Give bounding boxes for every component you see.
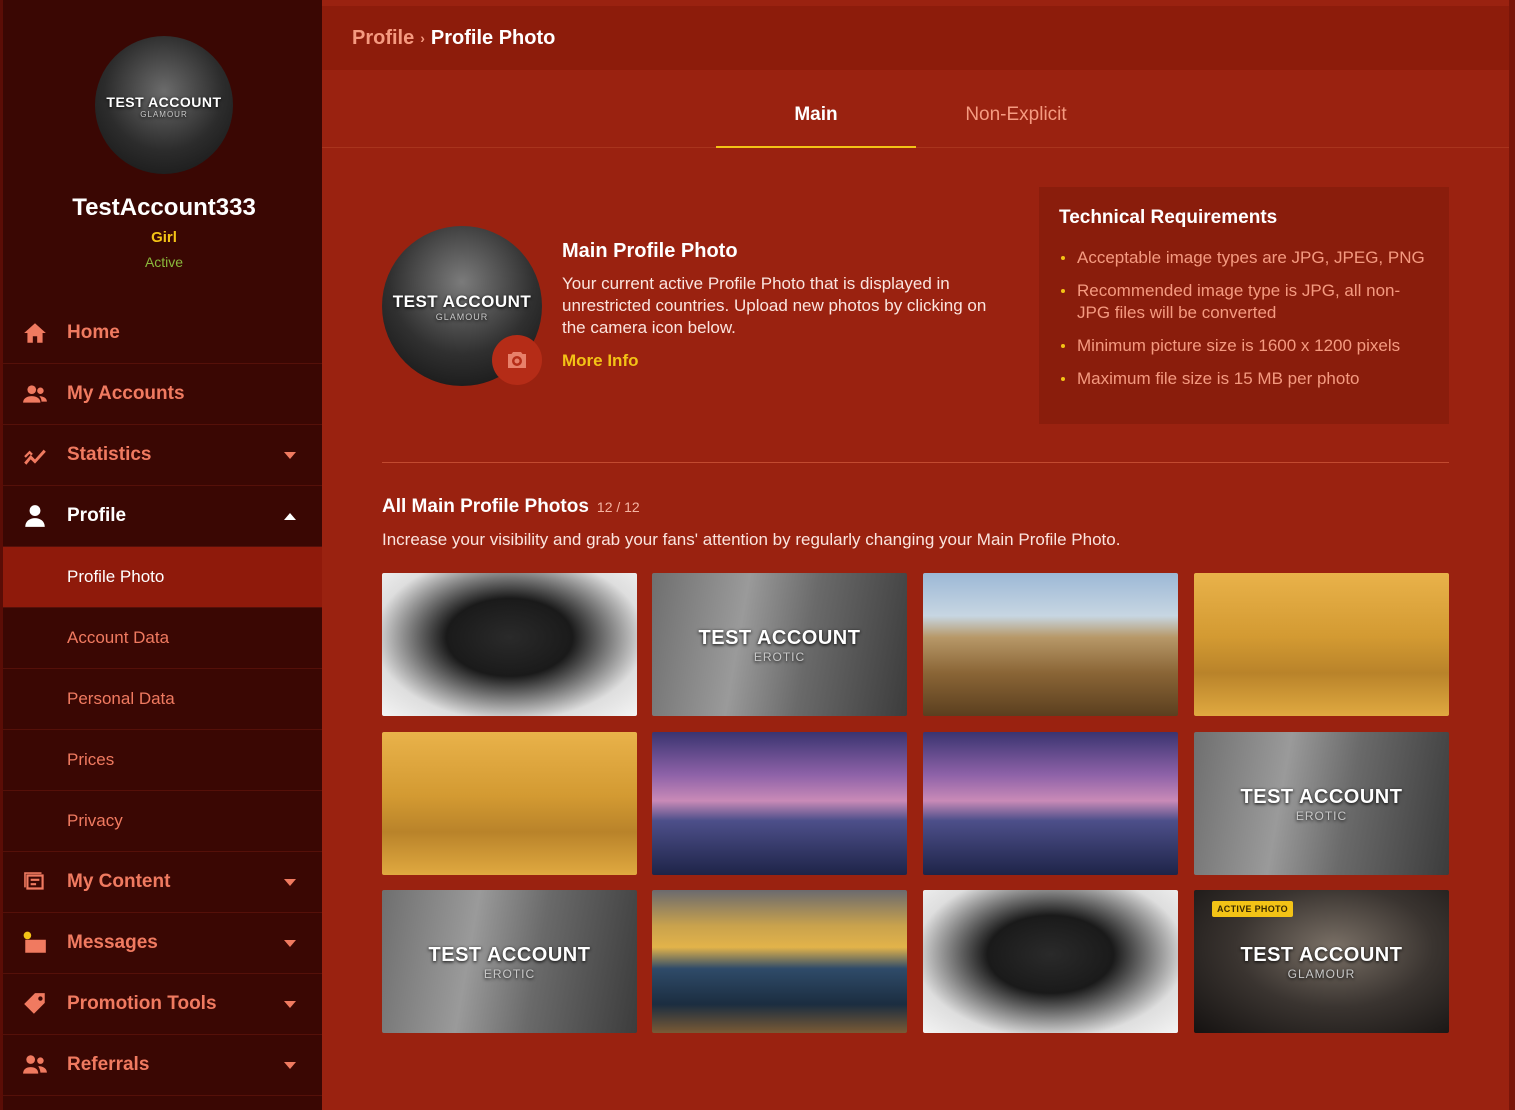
chevron-down-icon (284, 940, 296, 947)
main-content: Profile › Profile Photo Main Non-Explici… (322, 0, 1515, 1110)
sidebar-item-referrals[interactable]: Referrals (3, 1035, 322, 1096)
sidebar-subitem-profile-photo[interactable]: Profile Photo (3, 547, 322, 608)
more-info-link[interactable]: More Info (562, 351, 639, 371)
requirement-item: Minimum picture size is 1600 x 1200 pixe… (1059, 335, 1429, 357)
photo-watermark: TEST ACCOUNT GLAMOUR (1240, 944, 1403, 981)
photo-watermark: TEST ACCOUNT EROTIC (698, 627, 861, 664)
photo-tabs: Main Non-Explicit (322, 70, 1509, 148)
photo-thumb[interactable] (382, 573, 637, 716)
requirement-item: Acceptable image types are JPG, JPEG, PN… (1059, 247, 1429, 269)
section-divider (382, 462, 1449, 463)
chevron-down-icon (284, 1001, 296, 1008)
photo-count: 12 / 12 (596, 499, 640, 515)
sidebar-subitem-privacy[interactable]: Privacy (3, 791, 322, 852)
requirement-item: Recommended image type is JPG, all non-J… (1059, 280, 1429, 324)
users-icon (3, 381, 67, 407)
sidebar-nav: Home My Accounts Statistics Profile Prof… (3, 303, 322, 1096)
chevron-down-icon (284, 879, 296, 886)
user-icon (3, 503, 67, 529)
tab-non-explicit[interactable]: Non-Explicit (916, 70, 1116, 148)
photo-thumb[interactable] (1194, 573, 1449, 716)
sidebar-item-my-accounts[interactable]: My Accounts (3, 364, 322, 425)
sidebar-item-profile[interactable]: Profile (3, 486, 322, 547)
tab-main[interactable]: Main (716, 70, 916, 148)
sidebar-item-label: Messages (67, 932, 158, 953)
technical-requirements-panel: Technical Requirements Acceptable image … (1039, 187, 1449, 424)
sidebar-item-label: Promotion Tools (67, 993, 217, 1014)
main-photo-title: Main Profile Photo (562, 240, 738, 262)
photo-thumb[interactable] (382, 732, 637, 875)
sidebar-item-label: Referrals (67, 1054, 150, 1075)
sidebar-subitem-personal-data[interactable]: Personal Data (3, 669, 322, 730)
sidebar: TEST ACCOUNT GLAMOUR TestAccount333 Girl… (0, 0, 322, 1110)
photo-thumb[interactable]: TEST ACCOUNT EROTIC (652, 573, 907, 716)
photo-watermark: TEST ACCOUNT EROTIC (428, 944, 591, 981)
requirement-item: Maximum file size is 15 MB per photo (1059, 368, 1429, 390)
sidebar-item-label: My Accounts (67, 383, 185, 404)
chevron-down-icon (284, 1062, 296, 1069)
photo-thumb[interactable] (652, 890, 907, 1033)
upload-camera-button[interactable] (492, 335, 542, 385)
breadcrumb-separator: › (420, 30, 425, 46)
photo-watermark: TEST ACCOUNT GLAMOUR (392, 292, 532, 322)
photo-thumb-active[interactable]: ACTIVE PHOTO TEST ACCOUNT GLAMOUR (1194, 890, 1449, 1033)
sidebar-avatar[interactable]: TEST ACCOUNT GLAMOUR (95, 36, 233, 174)
active-photo-badge: ACTIVE PHOTO (1212, 901, 1293, 917)
camera-icon (508, 352, 526, 368)
all-photos-description: Increase your visibility and grab your f… (382, 530, 1121, 549)
photo-thumb[interactable] (923, 890, 1178, 1033)
photo-thumb[interactable] (923, 573, 1178, 716)
sidebar-item-label: My Content (67, 871, 171, 892)
sidebar-item-label: Profile (67, 505, 127, 526)
main-photo-description: Your current active Profile Photo that i… (562, 274, 987, 337)
home-icon (3, 320, 67, 346)
chevron-down-icon (284, 452, 296, 459)
photo-watermark: TEST ACCOUNT EROTIC (1240, 786, 1403, 823)
referrals-icon (3, 1052, 67, 1078)
photo-thumb[interactable] (923, 732, 1178, 875)
sidebar-item-label: Statistics (67, 444, 152, 465)
avatar-watermark: TEST ACCOUNT GLAMOUR (106, 94, 222, 119)
sidebar-item-messages[interactable]: Messages (3, 913, 322, 974)
breadcrumb: Profile › Profile Photo (322, 6, 1509, 70)
content-icon (3, 869, 67, 895)
sidebar-item-label: Home (67, 322, 120, 343)
sidebar-item-statistics[interactable]: Statistics (3, 425, 322, 486)
technical-requirements-title: Technical Requirements (1059, 207, 1278, 228)
breadcrumb-profile-link[interactable]: Profile (352, 27, 414, 50)
sidebar-subitem-prices[interactable]: Prices (3, 730, 322, 791)
sidebar-item-my-content[interactable]: My Content (3, 852, 322, 913)
messages-icon (3, 930, 67, 956)
all-photos-title: All Main Profile Photos 12 / 12 (382, 496, 640, 517)
tag-icon (3, 991, 67, 1017)
sidebar-subitem-account-data[interactable]: Account Data (3, 608, 322, 669)
scrollbar-track[interactable] (1509, 0, 1515, 1110)
photo-thumb[interactable]: TEST ACCOUNT EROTIC (1194, 732, 1449, 875)
gender-label: Girl (151, 229, 177, 246)
chart-icon (3, 442, 67, 468)
breadcrumb-current: Profile Photo (430, 26, 556, 49)
sidebar-item-promotion-tools[interactable]: Promotion Tools (3, 974, 322, 1035)
photo-thumb[interactable]: TEST ACCOUNT EROTIC (382, 890, 637, 1033)
chevron-up-icon (284, 513, 296, 520)
status-label: Active (144, 254, 184, 270)
sidebar-item-home[interactable]: Home (3, 303, 322, 364)
photo-thumb[interactable] (652, 732, 907, 875)
username: TestAccount333 (72, 194, 256, 221)
